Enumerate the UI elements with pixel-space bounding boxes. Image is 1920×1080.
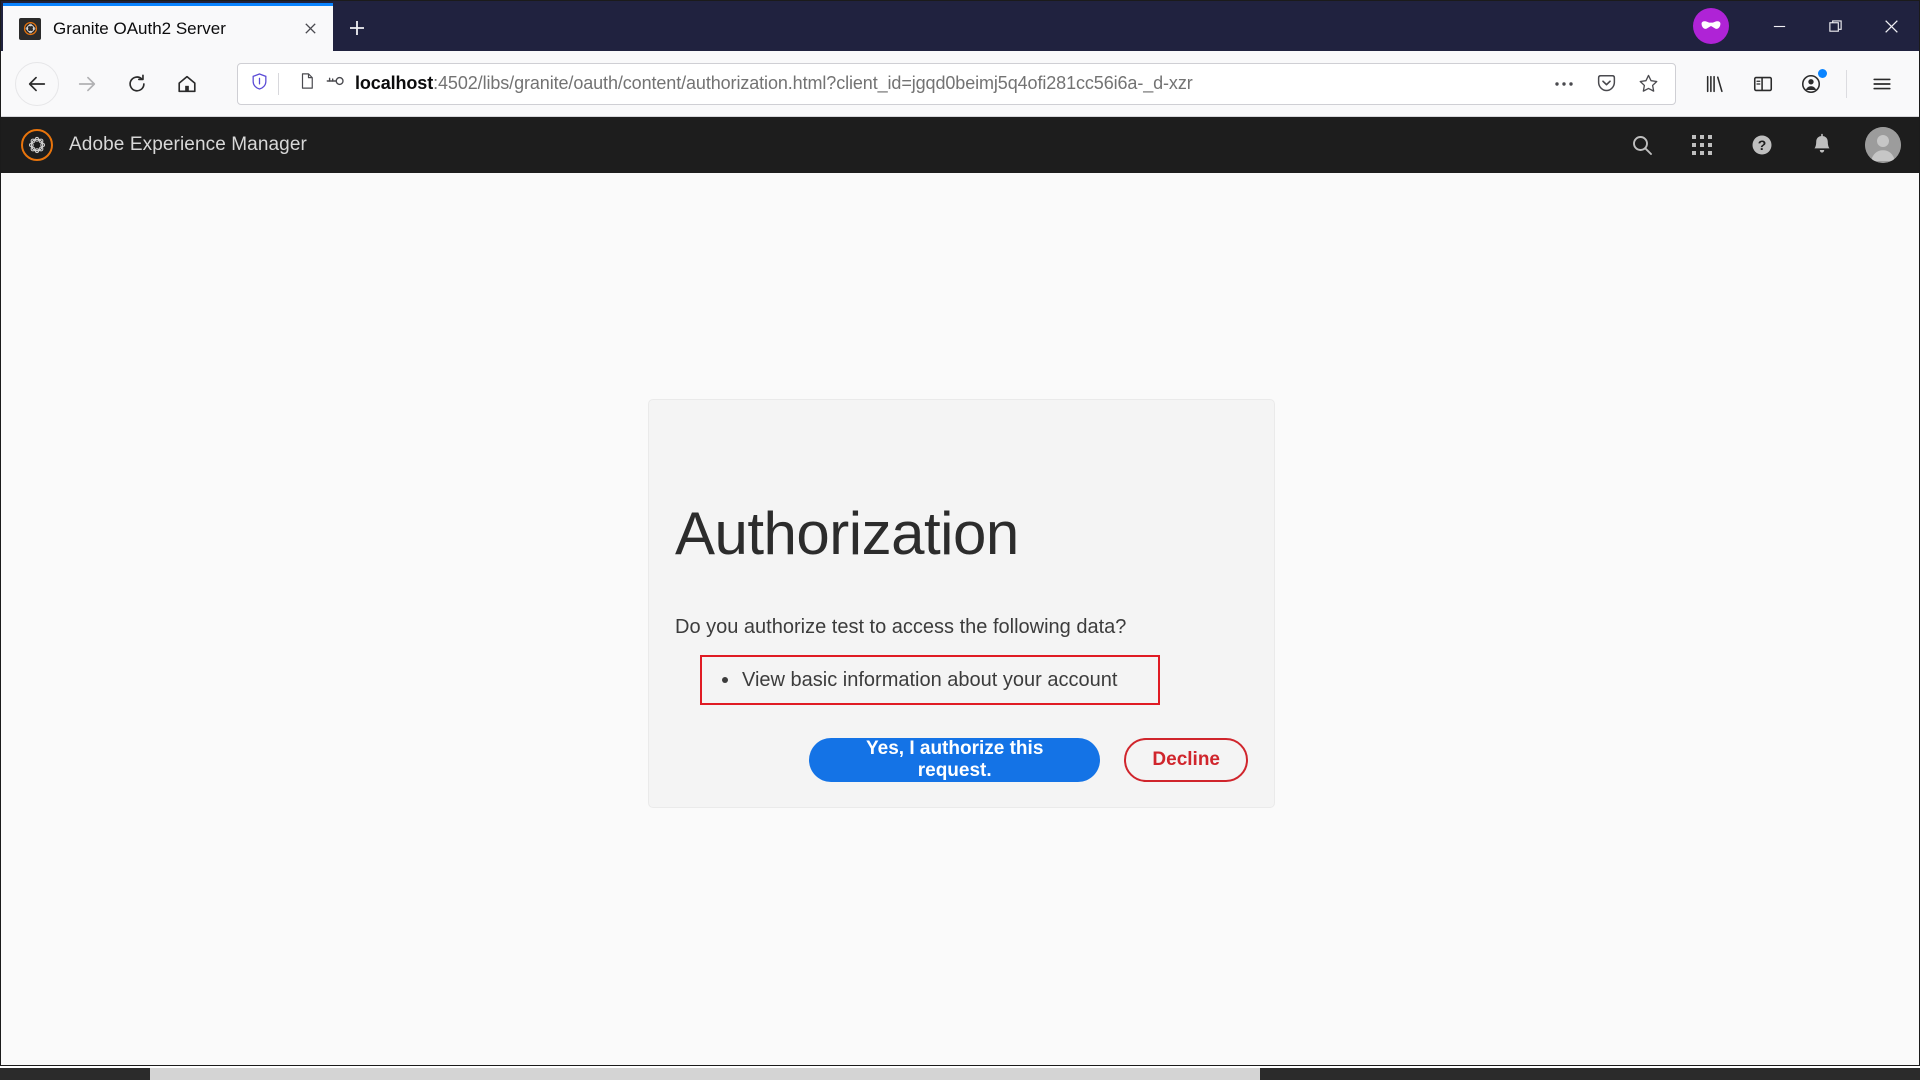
url-host: localhost [355, 73, 434, 93]
reload-icon[interactable] [115, 62, 159, 106]
forward-arrow-icon [65, 62, 109, 106]
page-document-icon[interactable] [298, 72, 316, 95]
scope-list-box: View basic information about your accoun… [700, 655, 1160, 705]
app-grid-icon[interactable] [1685, 128, 1719, 162]
pocket-save-icon[interactable] [1587, 65, 1625, 103]
url-path: :4502/libs/granite/oauth/content/authori… [433, 73, 1193, 93]
close-icon[interactable] [297, 16, 323, 42]
adobe-experience-manager-logo-icon[interactable] [21, 129, 53, 161]
private-browsing-mask-icon [1693, 8, 1729, 44]
window-close-icon[interactable] [1863, 1, 1919, 51]
desktop-bottom-strip [0, 1068, 1920, 1080]
user-avatar-icon[interactable] [1865, 127, 1901, 163]
url-text[interactable]: localhost:4502/libs/granite/oauth/conten… [355, 73, 1545, 94]
aem-product-title: Adobe Experience Manager [69, 134, 307, 155]
url-address-bar[interactable]: localhost:4502/libs/granite/oauth/conten… [237, 62, 1676, 105]
home-icon[interactable] [165, 62, 209, 106]
authorization-question: Do you authorize test to access the foll… [675, 616, 1127, 638]
maximize-icon[interactable] [1807, 1, 1863, 51]
star-bookmark-icon[interactable] [1629, 65, 1667, 103]
strip-segment-dark-right [1260, 1068, 1920, 1080]
page-content: Authorization Do you authorize test to a… [1, 173, 1919, 1065]
aem-header-bar: Adobe Experience Manager ? [1, 117, 1919, 173]
url-action-buttons [1545, 65, 1667, 103]
url-divider [278, 72, 279, 95]
key-permission-icon[interactable] [325, 74, 345, 93]
browser-navigation-toolbar: localhost:4502/libs/granite/oauth/conten… [1, 51, 1919, 117]
search-icon[interactable] [1625, 128, 1659, 162]
authorize-button[interactable]: Yes, I authorize this request. [809, 738, 1101, 782]
authorization-actions: Yes, I authorize this request. Decline [809, 738, 1248, 782]
strip-segment-light [150, 1068, 1260, 1080]
toolbar-right-buttons [1692, 62, 1905, 106]
help-question-icon[interactable]: ? [1745, 128, 1779, 162]
authorization-card: Authorization Do you authorize test to a… [648, 399, 1275, 808]
browser-tab[interactable]: Granite OAuth2 Server [3, 3, 333, 51]
svg-text:?: ? [1758, 137, 1767, 153]
page-title: Authorization [675, 500, 1019, 567]
back-arrow-icon[interactable] [15, 61, 59, 106]
decline-button[interactable]: Decline [1124, 738, 1248, 782]
library-books-icon[interactable] [1692, 62, 1738, 106]
tracking-protection-shield-icon[interactable] [250, 72, 269, 96]
bell-notification-icon[interactable] [1805, 128, 1839, 162]
toolbar-divider [1846, 69, 1847, 98]
strip-segment-dark-left [0, 1068, 150, 1080]
browser-titlebar: Granite OAuth2 Server [1, 1, 1919, 51]
account-notification-dot [1818, 68, 1827, 78]
window-controls [1693, 1, 1919, 51]
ellipsis-page-actions-icon[interactable] [1545, 65, 1583, 103]
account-avatar-icon[interactable] [1788, 62, 1834, 106]
browser-tab-title: Granite OAuth2 Server [53, 18, 226, 38]
sidebar-panel-icon[interactable] [1740, 62, 1786, 106]
aem-favicon-icon [19, 17, 41, 40]
url-identity-icons [250, 72, 355, 96]
minimize-icon[interactable] [1751, 1, 1807, 51]
aem-header-actions: ? [1625, 127, 1901, 163]
new-tab-button[interactable] [333, 7, 381, 51]
scope-item-label: View basic information about your accoun… [742, 668, 1118, 691]
bullet-icon [722, 677, 728, 683]
hamburger-menu-icon[interactable] [1859, 62, 1905, 106]
browser-window: Granite OAuth2 Server localhost:4502/lib… [0, 0, 1920, 1066]
